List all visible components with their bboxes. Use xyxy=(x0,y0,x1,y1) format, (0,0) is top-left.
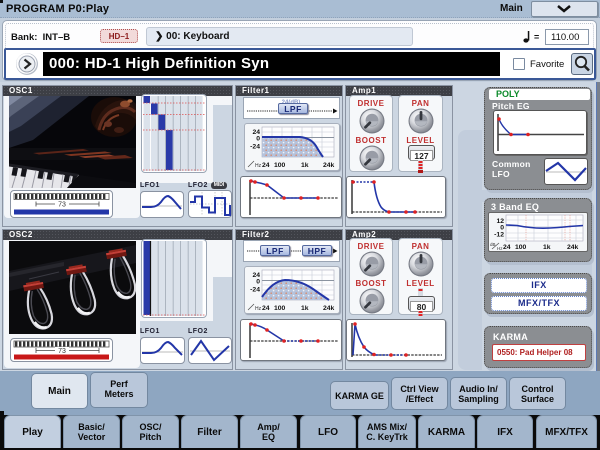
svg-text:Hz: Hz xyxy=(255,306,262,312)
svg-text:dB: dB xyxy=(490,242,496,247)
svg-text:0: 0 xyxy=(500,225,504,232)
svg-text:24k: 24k xyxy=(323,305,335,312)
svg-text:0: 0 xyxy=(256,136,260,143)
svg-text:100: 100 xyxy=(274,305,286,312)
svg-text:100: 100 xyxy=(515,244,527,251)
svg-text:-24: -24 xyxy=(250,287,260,294)
svg-text:Hz: Hz xyxy=(255,163,262,169)
svg-text:-12: -12 xyxy=(494,232,504,239)
svg-text:100: 100 xyxy=(274,162,286,169)
svg-text:1k: 1k xyxy=(301,305,309,312)
svg-text:24: 24 xyxy=(262,305,270,312)
svg-text:-24: -24 xyxy=(250,144,260,151)
svg-text:24: 24 xyxy=(262,162,270,169)
svg-text:73: 73 xyxy=(58,348,66,355)
svg-text:0: 0 xyxy=(256,279,260,286)
svg-text:1k: 1k xyxy=(543,244,551,251)
svg-text:24: 24 xyxy=(503,244,511,251)
svg-text:1k: 1k xyxy=(301,162,309,169)
svg-text:24k: 24k xyxy=(323,162,335,169)
svg-text:73: 73 xyxy=(58,202,66,209)
svg-text:24k: 24k xyxy=(567,244,579,251)
